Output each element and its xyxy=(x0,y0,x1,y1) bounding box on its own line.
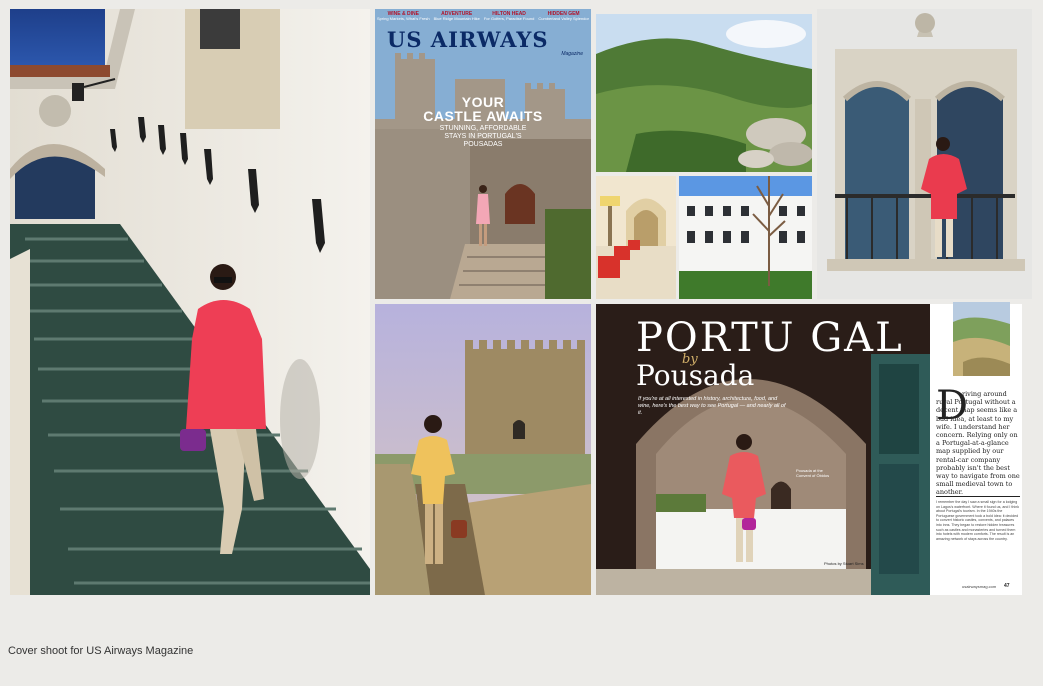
cover-subhead-line: POUSADAS xyxy=(463,141,503,148)
article-body: riving around rural Portugal without a d… xyxy=(936,390,1020,497)
spread-intro: If you're at all interested in history, … xyxy=(638,396,786,416)
courtyard-photo xyxy=(596,176,676,299)
spread-photo-credit: Photos by Stuart Sims xyxy=(824,561,864,566)
cover-menu-sub: Spring Markets, What's Fresh xyxy=(377,16,430,22)
cover-headline-line: CASTLE AWAITS xyxy=(423,108,543,124)
cover-headline-line: YOUR xyxy=(461,94,505,110)
spread-title: PORTU GAL xyxy=(636,315,904,361)
cover-castle-illustration xyxy=(375,9,591,299)
cover-subhead-line: STAYS IN PORTUGAL'S xyxy=(444,133,522,140)
landscape-thumbnail-illustration xyxy=(953,302,1010,376)
window-photo xyxy=(817,9,1032,299)
castle-wall-illustration xyxy=(375,304,591,595)
cover-menu-sub: For Golfers, Paradise Found xyxy=(483,16,535,22)
staircase-photo xyxy=(10,9,370,595)
article-small-copy: I remember the day I saw a small sign fo… xyxy=(936,500,1019,541)
building-photo xyxy=(679,176,812,299)
cover-subhead-line: STUNNING, AFFORDABLE xyxy=(439,125,527,132)
article-footer: usairwaysmag.com xyxy=(962,584,997,589)
cover-headline: YOUR CASTLE AWAITS xyxy=(375,95,591,123)
hillside-photo xyxy=(596,14,812,172)
hillside-illustration xyxy=(596,14,812,172)
cover-magazine-label: Magazine xyxy=(561,51,583,57)
cover-subhead: STUNNING, AFFORDABLE STAYS IN PORTUGAL'S… xyxy=(375,125,591,149)
cover-menu-sub: Blue Ridge Mountain Hike xyxy=(433,16,480,22)
staircase-illustration xyxy=(10,9,370,595)
image-caption: Cover shoot for US Airways Magazine xyxy=(8,645,194,657)
window-illustration xyxy=(817,9,1032,299)
article-divider xyxy=(936,496,1020,497)
cover-menu: WINE & DINE Spring Markets, What's Fresh … xyxy=(375,11,591,22)
page-number: 47 xyxy=(1004,583,1010,589)
cover-menu-sub: Cumberland Valley Splendor xyxy=(538,16,589,22)
magazine-cover: WINE & DINE Spring Markets, What's Fresh … xyxy=(375,9,591,299)
spread-photo-caption: Pousada at the Convent of Óbidos xyxy=(796,468,830,478)
spread-photo: PORTU GAL by Pousada If you're at all in… xyxy=(596,304,930,595)
spread-title-pousada: Pousada xyxy=(636,359,755,392)
cover-masthead: US AIRWAYS xyxy=(387,27,549,52)
building-illustration xyxy=(679,176,812,299)
landscape-thumbnail xyxy=(953,302,1010,376)
castle-wall-photo xyxy=(375,304,591,595)
courtyard-illustration xyxy=(596,176,676,299)
